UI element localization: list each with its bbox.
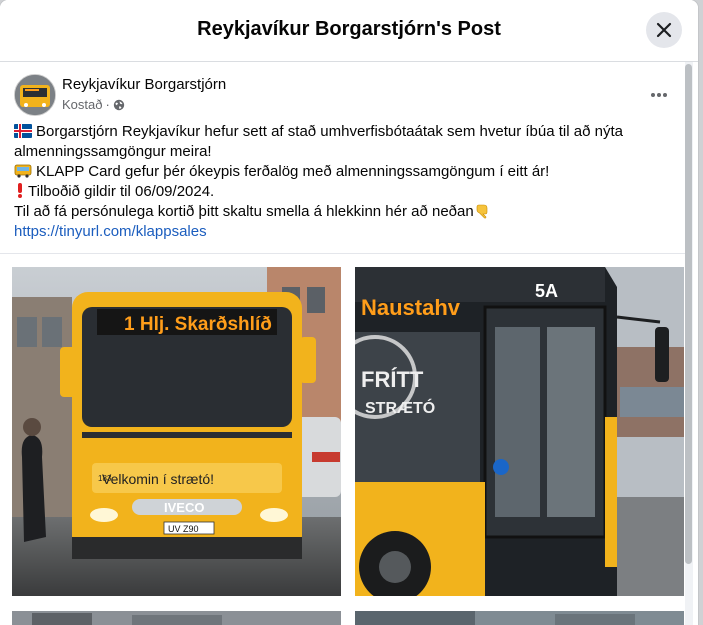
post-photo-4[interactable] — [355, 611, 684, 625]
close-icon — [656, 22, 672, 38]
more-horizontal-icon — [651, 93, 667, 97]
text-photo-divider — [0, 253, 686, 254]
post-line-3-text: KLAPP Card gefur þér ókeypis ferðalög me… — [36, 163, 550, 180]
meta-separator: · — [105, 97, 110, 112]
post-author[interactable]: Reykjavíkur Borgarstjórn — [62, 76, 226, 93]
post-line-3: KLAPP Card gefur þér ókeypis ferðalög me… — [14, 162, 674, 182]
photo1-bus-number: 183 — [98, 474, 112, 483]
exclamation-icon — [18, 183, 22, 198]
globe-icon — [113, 99, 125, 110]
post-line-1-text: Borgarstjórn Reykjavíkur hefur sett af s… — [36, 123, 623, 140]
modal-title: Reykjavíkur Borgarstjórn's Post — [197, 18, 501, 40]
post-text: Borgarstjórn Reykjavíkur hefur sett af s… — [14, 122, 674, 242]
avatar[interactable] — [14, 74, 56, 116]
post-line-5-text: Til að fá persónulega kortið þitt skaltu… — [14, 203, 474, 220]
iceland-flag-icon — [14, 124, 32, 138]
post-line-2: almenningssamgöngur meira! — [14, 143, 212, 160]
photo2-logo-line1: FRÍTT — [361, 367, 424, 392]
photo2-destination-sign: Naustahv — [361, 295, 461, 320]
post-line-4: Tilboðið gildir til 06/09/2024. — [14, 182, 674, 202]
photo2-roof-number: 5A — [535, 281, 558, 301]
post-link[interactable]: https://tinyurl.com/klappsales — [14, 223, 207, 240]
post-line-5: Til að fá persónulega kortið þitt skaltu… — [14, 202, 674, 222]
close-button[interactable] — [646, 12, 682, 48]
post-header: Reykjavíkur Borgarstjórn Kostað · — [14, 74, 674, 116]
photo1-brand: IVECO — [164, 500, 204, 515]
photo1-destination-sign: 1 Hlj. Skarðshlíð — [124, 314, 272, 335]
post-line-4-text: Tilboðið gildir til 06/09/2024. — [28, 183, 215, 200]
post-photo-2[interactable]: Naustahv 5A FRÍTT STRÆTÓ — [355, 267, 684, 596]
post-modal: Reykjavíkur Borgarstjórn's Post Reykjaví… — [0, 0, 698, 625]
post-scroll-area[interactable]: Reykjavíkur Borgarstjórn Kostað · Borgar… — [0, 62, 686, 625]
modal-header: Reykjavíkur Borgarstjórn's Post — [0, 0, 698, 62]
photo2-logo-line2: STRÆTÓ — [365, 398, 435, 417]
photo1-plate: UV Z90 — [168, 524, 199, 534]
bus-icon — [14, 164, 32, 178]
scrollbar-thumb[interactable] — [685, 64, 692, 564]
pointing-down-hand-icon — [476, 204, 488, 219]
more-options-button[interactable] — [644, 80, 674, 110]
sponsored-label[interactable]: Kostað — [62, 97, 102, 112]
post-meta: Kostað · — [62, 97, 125, 112]
post-line-1: Borgarstjórn Reykjavíkur hefur sett af s… — [14, 122, 674, 142]
post-link-line: https://tinyurl.com/klappsales — [14, 222, 674, 242]
photo1-welcome-text: Velkomin í strætó! — [102, 471, 214, 487]
post-photo-3[interactable] — [12, 611, 341, 625]
post-photo-1[interactable]: 1 Hlj. Skarðshlíð Velkomin í strætó! 183… — [12, 267, 341, 596]
